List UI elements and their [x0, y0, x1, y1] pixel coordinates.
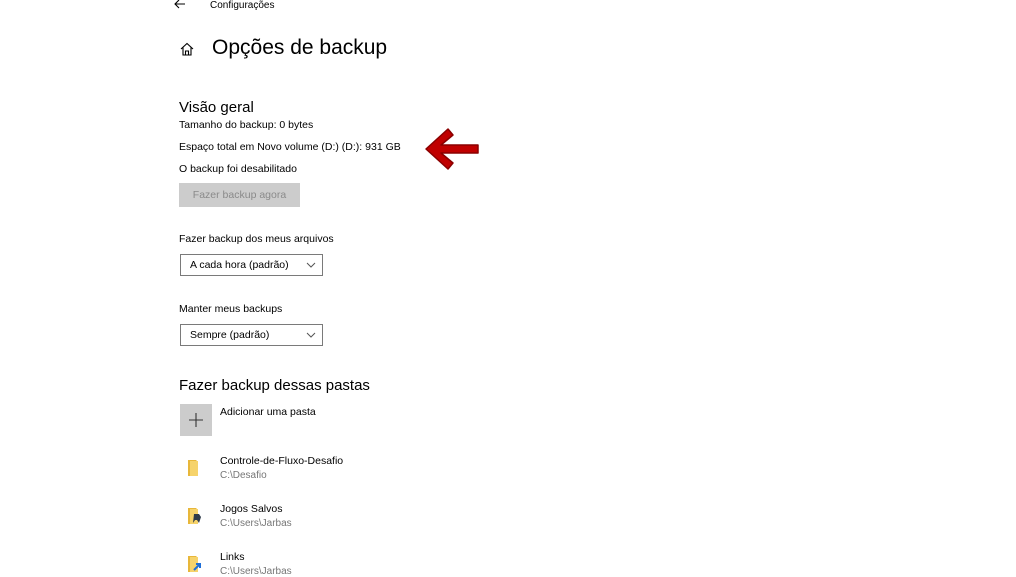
page-title: Opções de backup — [212, 36, 388, 59]
retention-dropdown[interactable]: Sempre (padrão) — [180, 324, 323, 346]
overview-heading: Visão geral — [179, 99, 254, 116]
folder-name[interactable]: Links — [220, 551, 245, 563]
frequency-dropdown[interactable]: A cada hora (padrão) — [180, 254, 323, 276]
folder-path: C:\Users\Jarbas — [220, 566, 292, 577]
folder-icon — [188, 460, 198, 476]
total-space-text: Espaço total em Novo volume (D:) (D:): 9… — [179, 141, 401, 153]
add-folder-label[interactable]: Adicionar uma pasta — [220, 406, 316, 418]
saved-games-folder-icon — [188, 508, 201, 524]
retention-label: Manter meus backups — [179, 303, 283, 315]
backup-now-button[interactable]: Fazer backup agora — [179, 183, 300, 207]
frequency-label: Fazer backup dos meus arquivos — [179, 233, 334, 245]
chevron-down-icon — [306, 332, 316, 338]
red-arrow-icon — [425, 128, 479, 170]
folder-name[interactable]: Jogos Salvos — [220, 503, 282, 515]
back-arrow-icon[interactable] — [172, 0, 188, 12]
folder-path: C:\Desafio — [220, 470, 267, 481]
folder-name[interactable]: Controle-de-Fluxo-Desafio — [220, 455, 343, 467]
frequency-value: A cada hora (padrão) — [190, 259, 289, 271]
retention-value: Sempre (padrão) — [190, 329, 270, 341]
backup-size-text: Tamanho do backup: 0 bytes — [179, 119, 314, 131]
folders-heading: Fazer backup dessas pastas — [179, 377, 370, 394]
chevron-down-icon — [306, 262, 316, 268]
folder-path: C:\Users\Jarbas — [220, 518, 292, 529]
backup-status-text: O backup foi desabilitado — [179, 163, 297, 175]
home-icon[interactable] — [179, 41, 195, 57]
add-folder-button[interactable] — [180, 404, 212, 436]
plus-icon — [189, 413, 203, 427]
links-folder-icon — [188, 556, 201, 572]
breadcrumb: Configurações — [210, 0, 275, 11]
